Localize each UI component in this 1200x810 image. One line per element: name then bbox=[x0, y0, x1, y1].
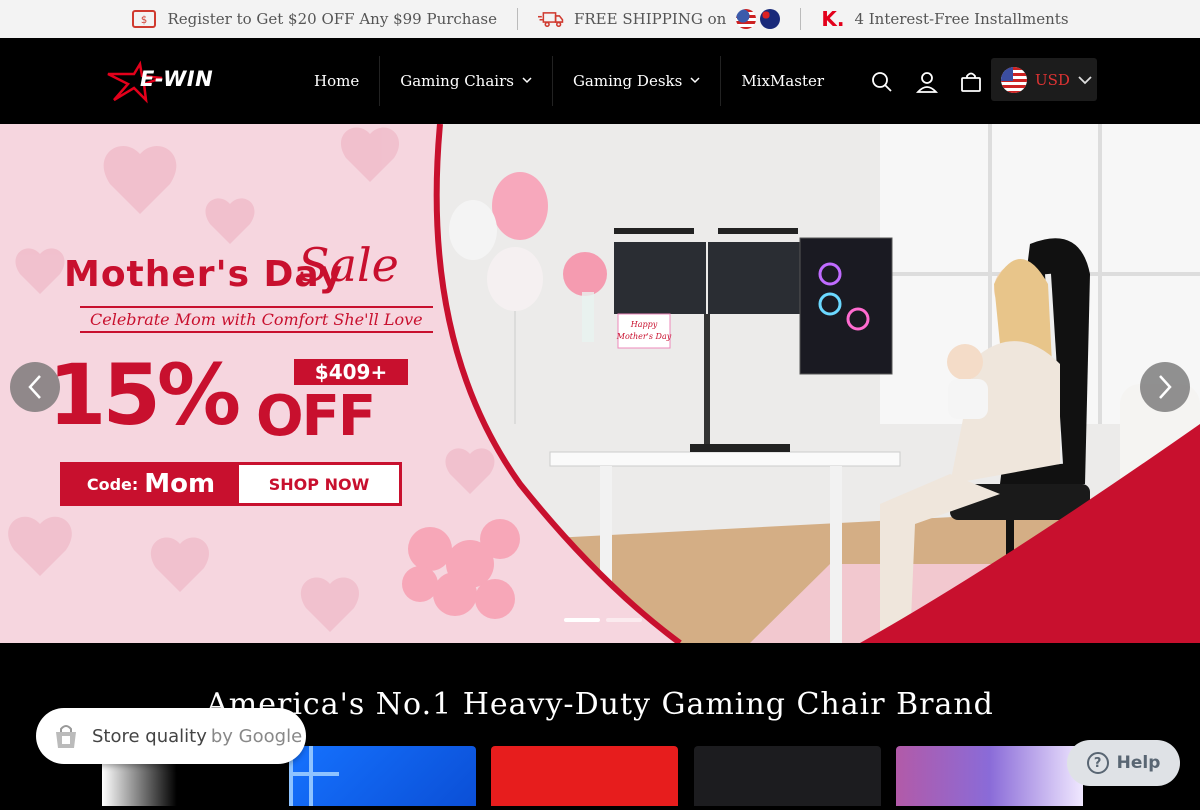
shop-now-button[interactable]: SHOP NOW bbox=[239, 465, 399, 503]
category-tile[interactable] bbox=[694, 746, 881, 806]
carousel-next-button[interactable] bbox=[1140, 362, 1190, 412]
announcement-installments[interactable]: K. 4 Interest-Free Installments bbox=[801, 0, 1088, 38]
hero-banner[interactable]: Happy Mother's Day Mother's Day Sale Cel… bbox=[0, 124, 1200, 643]
nav-gaming-chairs-label: Gaming Chairs bbox=[400, 72, 514, 90]
announcement-register-text: Register to Get $20 OFF Any $99 Purchase bbox=[167, 10, 497, 28]
announcement-register[interactable]: $ Register to Get $20 OFF Any $99 Purcha… bbox=[111, 0, 517, 38]
google-badge-label: Store quality bbox=[92, 725, 207, 747]
us-flag-icon bbox=[1001, 66, 1027, 93]
nav-gaming-desks[interactable]: Gaming Desks bbox=[553, 56, 722, 106]
nav-home[interactable]: Home bbox=[294, 56, 381, 106]
currency-selector[interactable]: USD bbox=[991, 58, 1097, 101]
nav-mixmaster[interactable]: MixMaster bbox=[721, 56, 844, 106]
announcement-shipping-text: FREE SHIPPING on bbox=[573, 10, 727, 28]
promo-off: OFF bbox=[256, 384, 376, 449]
logo-text: E-WIN bbox=[140, 67, 214, 91]
question-icon: ? bbox=[1086, 752, 1109, 774]
promo-title-sale: Sale bbox=[298, 238, 399, 292]
carousel-dot[interactable] bbox=[606, 618, 642, 622]
australia-flag-icon bbox=[760, 9, 781, 29]
svg-text:$: $ bbox=[141, 15, 147, 26]
chevron-down-icon bbox=[690, 76, 700, 87]
chevron-down-icon bbox=[1078, 71, 1092, 89]
announcement-shipping[interactable]: FREE SHIPPING on bbox=[518, 0, 800, 38]
price-badge: $409+ bbox=[294, 359, 408, 385]
carousel-dot[interactable] bbox=[564, 618, 600, 622]
nav-home-label: Home bbox=[314, 72, 360, 90]
carousel-prev-button[interactable] bbox=[10, 362, 60, 412]
currency-label: USD bbox=[1035, 70, 1070, 89]
chevron-down-icon bbox=[522, 76, 532, 87]
announcement-bar: $ Register to Get $20 OFF Any $99 Purcha… bbox=[0, 0, 1200, 38]
svg-text:Mother's Day: Mother's Day bbox=[616, 332, 672, 341]
help-label: Help bbox=[1116, 753, 1161, 773]
coupon-icon: $ bbox=[131, 9, 157, 29]
chevron-left-icon bbox=[28, 375, 41, 399]
promo-code-label: Code: bbox=[86, 474, 139, 494]
category-tile[interactable] bbox=[289, 746, 476, 806]
nav-gaming-chairs[interactable]: Gaming Chairs bbox=[380, 56, 553, 106]
carousel-dots bbox=[564, 618, 642, 622]
promo-code-box: Code: Mom SHOP NOW bbox=[60, 462, 402, 506]
announcement-installments-text: 4 Interest-Free Installments bbox=[854, 10, 1069, 28]
cart-icon[interactable] bbox=[960, 71, 982, 93]
shopping-bag-icon bbox=[56, 725, 76, 748]
nav-gaming-desks-label: Gaming Desks bbox=[572, 72, 683, 90]
nav-mixmaster-label: MixMaster bbox=[741, 72, 825, 90]
category-tile[interactable] bbox=[896, 746, 1083, 806]
promo-code-value: Mom bbox=[144, 469, 216, 499]
search-icon[interactable] bbox=[871, 71, 893, 93]
account-icon[interactable] bbox=[915, 71, 939, 93]
brand-logo[interactable]: E-WIN bbox=[104, 60, 229, 104]
google-badge-by: by Google bbox=[210, 725, 303, 747]
help-button[interactable]: ? Help bbox=[1067, 740, 1180, 786]
klarna-icon: K. bbox=[821, 7, 845, 31]
us-flag-icon bbox=[736, 9, 757, 29]
promo-discount: 15% bbox=[48, 346, 241, 444]
promo-code: Code: Mom bbox=[63, 465, 239, 503]
promo-subtitle: Celebrate Mom with Comfort She'll Love bbox=[80, 306, 433, 333]
category-tile[interactable] bbox=[491, 746, 678, 806]
chevron-right-icon bbox=[1159, 375, 1172, 399]
main-nav: Home Gaming Chairs Gaming Desks MixMaste… bbox=[294, 56, 844, 106]
site-header: E-WIN Home Gaming Chairs Gaming Desks Mi… bbox=[0, 38, 1200, 124]
google-store-quality-badge[interactable]: Store quality by Google bbox=[36, 708, 306, 764]
truck-icon bbox=[537, 9, 564, 29]
svg-text:Happy: Happy bbox=[630, 320, 658, 329]
